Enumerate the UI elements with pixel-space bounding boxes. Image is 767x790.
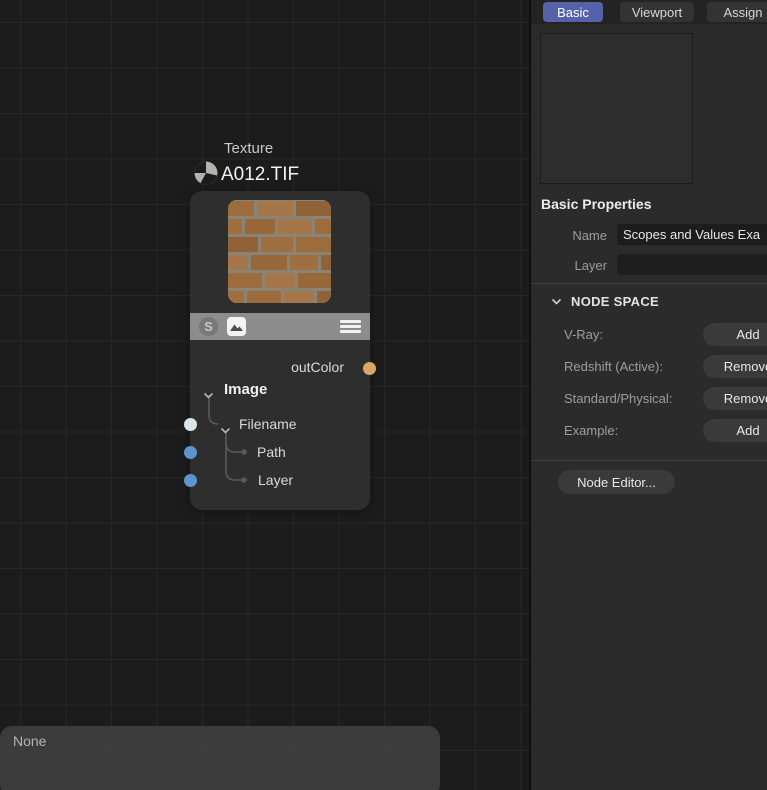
node-space-title: NODE SPACE: [571, 294, 659, 309]
example-add-button[interactable]: Add: [703, 419, 767, 442]
standard-physical-remove-button[interactable]: Remove: [703, 387, 767, 410]
filename-label: Filename: [239, 416, 297, 432]
tab-basic[interactable]: Basic: [543, 2, 603, 22]
chevron-down-icon[interactable]: [551, 292, 562, 310]
redshift-label: Redshift (Active):: [564, 359, 663, 374]
node-header-bar[interactable]: S: [190, 313, 370, 340]
name-input[interactable]: [617, 224, 767, 245]
info-bar: None: [0, 726, 440, 790]
path-port[interactable]: [184, 446, 197, 459]
hamburger-menu-icon[interactable]: [340, 320, 361, 334]
brick-texture-image: [228, 200, 331, 303]
image-group-label: Image: [224, 381, 267, 398]
example-label: Example:: [564, 423, 618, 438]
tab-assign[interactable]: Assign: [707, 2, 767, 22]
chevron-down-icon[interactable]: [220, 421, 231, 439]
node-title-row: A012.TIF: [193, 159, 299, 191]
tab-viewport[interactable]: Viewport: [620, 2, 694, 22]
layer-label: Layer: [258, 472, 293, 488]
node-type-label: Texture: [224, 140, 273, 157]
vray-label: V-Ray:: [564, 327, 603, 342]
info-bar-text: None: [13, 733, 46, 749]
filename-port[interactable]: [184, 418, 197, 431]
texture-thumbnail[interactable]: [228, 200, 331, 303]
path-label: Path: [257, 444, 286, 460]
node-editor-canvas[interactable]: Texture A012.TIF: [0, 0, 529, 790]
texture-ball-icon: [193, 159, 219, 191]
image-icon: [227, 317, 246, 336]
texture-node[interactable]: S outColor Image Filenam: [190, 191, 370, 510]
node-editor-button[interactable]: Node Editor...: [558, 470, 675, 494]
s-badge-icon: S: [199, 317, 218, 336]
vray-add-button[interactable]: Add: [703, 323, 767, 346]
chevron-down-icon[interactable]: [203, 386, 214, 404]
material-preview: [540, 33, 693, 184]
node-name[interactable]: A012.TIF: [221, 164, 299, 186]
layer-input[interactable]: [617, 254, 767, 275]
outcolor-port[interactable]: [363, 362, 376, 375]
name-field-label: Name: [531, 228, 607, 243]
node-space-header[interactable]: NODE SPACE: [551, 292, 659, 310]
section-title: Basic Properties: [541, 196, 652, 212]
separator: [531, 283, 767, 284]
outcolor-label: outColor: [291, 359, 344, 375]
standard-physical-label: Standard/Physical:: [564, 391, 672, 406]
layer-field-label: Layer: [531, 258, 607, 273]
separator: [531, 460, 767, 461]
properties-panel: Basic Viewport Assign Basic Properties N…: [531, 0, 767, 790]
layer-port[interactable]: [184, 474, 197, 487]
redshift-remove-button[interactable]: Remove: [703, 355, 767, 378]
